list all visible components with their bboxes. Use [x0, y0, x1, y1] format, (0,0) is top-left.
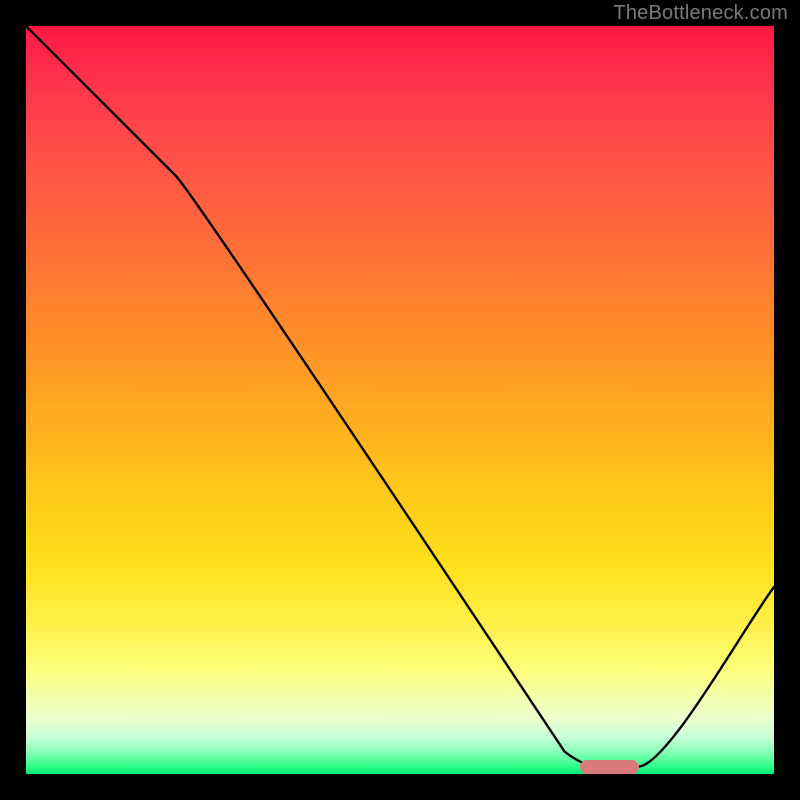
attribution-label: TheBottleneck.com: [613, 2, 788, 25]
bottleneck-curve: [26, 26, 774, 767]
plot-area: [26, 26, 774, 774]
curve-layer: [26, 26, 774, 774]
chart-container: TheBottleneck.com: [0, 0, 800, 800]
optimal-marker: [580, 760, 640, 774]
